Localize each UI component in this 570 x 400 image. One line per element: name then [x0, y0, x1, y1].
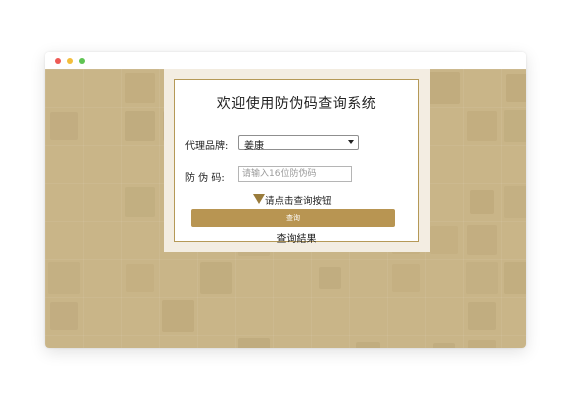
background-tile — [470, 190, 494, 214]
brand-label: 代理品牌: — [185, 141, 229, 152]
background-tile — [428, 72, 460, 104]
maximize-dot[interactable] — [79, 58, 85, 64]
window-titlebar — [45, 52, 526, 69]
background-tile — [467, 111, 497, 141]
background-tile — [356, 342, 380, 348]
page-title: 欢迎使用防伪码查询系统 — [216, 96, 377, 112]
background-tile — [504, 110, 526, 142]
close-dot[interactable] — [55, 58, 61, 64]
background-tile — [504, 262, 526, 294]
background-tile — [125, 73, 155, 103]
query-panel-frame: 欢迎使用防伪码查询系统 代理品牌: 姜康 防 伪 码: 请点击查询按钮 查询 查… — [164, 69, 430, 252]
down-triangle-icon — [253, 194, 265, 204]
code-label: 防 伪 码: — [185, 173, 225, 184]
background-tile — [162, 300, 194, 332]
background-tile — [506, 74, 526, 102]
background-tile — [238, 338, 270, 348]
background-tile — [125, 187, 155, 217]
page-background: 欢迎使用防伪码查询系统 代理品牌: 姜康 防 伪 码: 请点击查询按钮 查询 查… — [45, 69, 526, 348]
hint-text: 请点击查询按钮 — [265, 196, 332, 207]
brand-select[interactable]: 姜康 — [238, 135, 359, 152]
search-button[interactable]: 查询 — [191, 209, 395, 227]
background-tile — [125, 111, 155, 141]
background-tile — [468, 340, 496, 348]
background-tile — [467, 225, 497, 255]
query-panel: 欢迎使用防伪码查询系统 代理品牌: 姜康 防 伪 码: 请点击查询按钮 查询 查… — [174, 79, 419, 245]
background-tile — [200, 262, 232, 294]
background-tile — [50, 112, 78, 140]
background-tile — [319, 267, 341, 289]
background-tile — [433, 343, 455, 348]
background-tile — [50, 302, 78, 330]
background-tile — [466, 262, 498, 294]
background-tile — [392, 264, 420, 292]
browser-window: 欢迎使用防伪码查询系统 代理品牌: 姜康 防 伪 码: 请点击查询按钮 查询 查… — [45, 52, 526, 348]
background-tile — [48, 262, 80, 294]
minimize-dot[interactable] — [67, 58, 73, 64]
brand-select-value: 姜康 — [244, 141, 264, 152]
code-input[interactable] — [238, 166, 352, 182]
background-tile — [468, 302, 496, 330]
background-tile — [430, 226, 458, 254]
chevron-down-icon — [348, 140, 354, 144]
background-tile — [126, 264, 154, 292]
background-tile — [504, 186, 526, 218]
result-label: 查询結果 — [276, 234, 317, 245]
